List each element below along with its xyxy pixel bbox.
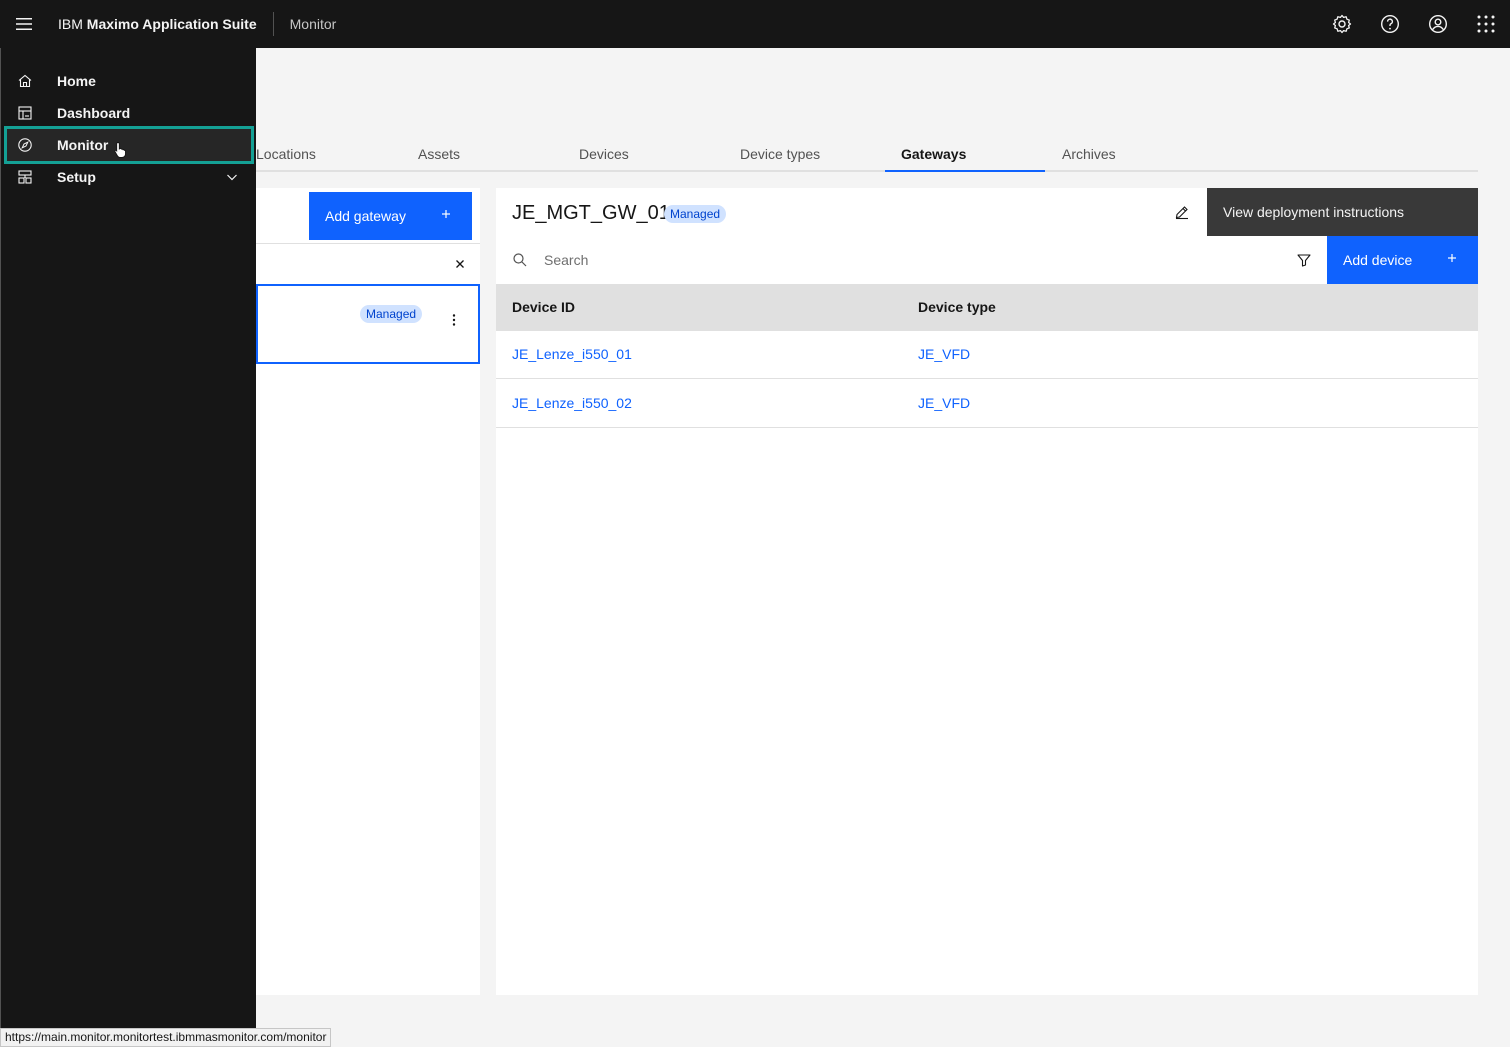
- tab-locations[interactable]: Locations: [256, 136, 402, 172]
- table-row[interactable]: JE_Lenze_i550_01 JE_VFD: [496, 331, 1478, 379]
- browser-status-url: https://main.monitor.monitortest.ibmmasm…: [0, 1028, 332, 1047]
- setup-icon: [18, 170, 32, 184]
- tab-bar: Locations Assets Devices Device types Ga…: [256, 136, 1478, 172]
- compass-icon: [18, 138, 32, 152]
- add-gateway-button[interactable]: Add gateway: [309, 192, 472, 240]
- menu-button[interactable]: [0, 0, 48, 48]
- overflow-menu-icon[interactable]: [446, 312, 462, 328]
- app-name: Monitor: [289, 16, 337, 32]
- gateway-list-panel: Add gateway Managed: [256, 188, 480, 995]
- brand-prefix: IBM: [58, 16, 83, 32]
- deployment-tooltip[interactable]: View deployment instructions: [1207, 188, 1478, 236]
- add-device-label: Add device: [1343, 252, 1413, 268]
- sidebar-item-home[interactable]: Home: [4, 65, 254, 97]
- app-switcher-icon: [1477, 15, 1495, 33]
- gateway-detail-panel: JE_MGT_GW_01 Managed View deployment ins…: [496, 188, 1478, 995]
- brand-name[interactable]: IBM Maximo Application Suite: [48, 12, 274, 36]
- user-icon: [1428, 14, 1448, 34]
- add-gateway-label: Add gateway: [325, 208, 406, 224]
- device-id-link[interactable]: JE_Lenze_i550_01: [512, 346, 632, 362]
- sidebar-item-label: Monitor: [57, 137, 109, 153]
- help-button[interactable]: [1366, 0, 1414, 48]
- user-profile-button[interactable]: [1414, 0, 1462, 48]
- pointer-cursor-icon: [114, 142, 126, 158]
- device-type-link[interactable]: JE_VFD: [918, 395, 970, 411]
- column-header-device-id[interactable]: Device ID: [512, 299, 575, 315]
- sidebar-item-label: Setup: [57, 169, 96, 185]
- sidebar-item-monitor[interactable]: Monitor: [4, 126, 254, 164]
- settings-button[interactable]: [1318, 0, 1366, 48]
- sidebar-item-setup[interactable]: Setup: [4, 161, 254, 193]
- top-header: IBM Maximo Application Suite Monitor: [0, 0, 1510, 48]
- menu-icon: [16, 18, 32, 30]
- tab-assets[interactable]: Assets: [402, 136, 563, 172]
- gateway-title: JE_MGT_GW_01: [512, 202, 670, 224]
- column-header-device-type[interactable]: Device type: [918, 299, 996, 315]
- table-row[interactable]: JE_Lenze_i550_02 JE_VFD: [496, 380, 1478, 428]
- help-icon: [1380, 14, 1400, 34]
- tab-label: Locations: [256, 146, 316, 162]
- chevron-down-icon[interactable]: [224, 169, 240, 185]
- add-device-button[interactable]: Add device: [1327, 236, 1478, 284]
- tab-label: Archives: [1062, 146, 1116, 162]
- tab-archives[interactable]: Archives: [1045, 136, 1478, 172]
- device-search-input[interactable]: [544, 236, 1284, 284]
- edit-icon[interactable]: [1174, 204, 1190, 220]
- sidebar-item-label: Home: [57, 73, 96, 89]
- dashboard-icon: [18, 106, 32, 120]
- table-header: Device ID Device type: [496, 284, 1478, 331]
- home-icon: [18, 74, 32, 88]
- side-navigation: Home Dashboard Monitor Setup: [0, 48, 256, 1047]
- close-icon[interactable]: [452, 256, 468, 272]
- plus-icon: [1448, 254, 1456, 262]
- search-icon: [513, 253, 527, 267]
- plus-icon: [442, 210, 450, 218]
- device-type-link[interactable]: JE_VFD: [918, 346, 970, 362]
- tab-label: Device types: [740, 146, 821, 162]
- status-badge: Managed: [360, 305, 423, 323]
- filter-icon[interactable]: [1296, 252, 1312, 268]
- gateway-search[interactable]: [256, 243, 480, 284]
- tab-device-types[interactable]: Device types: [724, 136, 885, 172]
- sidebar-item-dashboard[interactable]: Dashboard: [4, 97, 254, 129]
- device-id-link[interactable]: JE_Lenze_i550_02: [512, 395, 632, 411]
- header-actions: [1318, 0, 1510, 48]
- tab-devices[interactable]: Devices: [563, 136, 724, 172]
- gateway-card[interactable]: Managed: [256, 284, 480, 364]
- sidebar-item-label: Dashboard: [57, 105, 131, 121]
- tab-label: Devices: [579, 146, 629, 162]
- settings-icon: [1332, 14, 1352, 34]
- status-badge: Managed: [664, 205, 727, 223]
- tab-gateways[interactable]: Gateways: [885, 136, 1045, 172]
- device-search-row: Add device: [496, 236, 1478, 284]
- brand-product: Maximo Application Suite: [86, 16, 257, 32]
- tab-label: Assets: [418, 146, 461, 162]
- app-switcher-button[interactable]: [1462, 0, 1510, 48]
- tab-label: Gateways: [901, 146, 967, 162]
